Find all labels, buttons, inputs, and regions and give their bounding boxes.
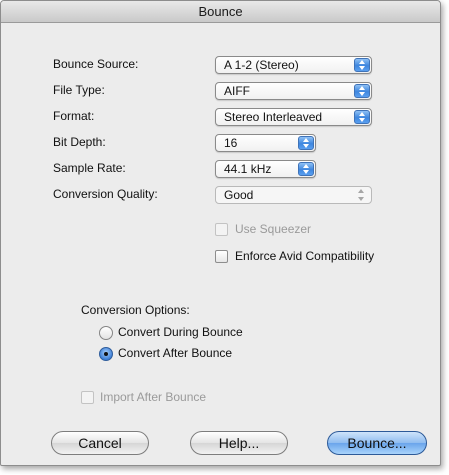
help-button[interactable]: Help... — [190, 431, 288, 455]
use-squeezer-label: Use Squeezer — [235, 222, 312, 236]
bounce-source-popup[interactable]: A 1-2 (Stereo) — [215, 56, 372, 74]
conversion-quality-popup[interactable]: Good — [215, 186, 372, 204]
convert-after-bounce-label: Convert After Bounce — [118, 346, 233, 360]
dialog-title: Bounce — [1, 1, 440, 23]
sample-rate-value: 44.1 kHz — [224, 162, 272, 176]
file-type-value: AIFF — [224, 84, 250, 98]
convert-during-bounce-radio[interactable] — [99, 326, 113, 340]
popup-arrows-icon — [354, 58, 370, 72]
popup-arrows-icon — [298, 136, 314, 150]
sample-rate-popup[interactable]: 44.1 kHz — [215, 160, 316, 178]
import-after-bounce-label: Import After Bounce — [100, 390, 207, 404]
use-squeezer-checkbox[interactable] — [215, 223, 228, 236]
bit-depth-popup[interactable]: 16 — [215, 134, 316, 152]
convert-after-bounce-radio[interactable] — [99, 347, 113, 361]
import-after-bounce-checkbox[interactable] — [81, 391, 94, 404]
conversion-quality-label: Conversion Quality: — [53, 187, 158, 201]
bounce-source-label: Bounce Source: — [53, 57, 139, 71]
cancel-button[interactable]: Cancel — [51, 431, 149, 455]
convert-during-bounce-label: Convert During Bounce — [118, 325, 243, 339]
file-type-popup[interactable]: AIFF — [215, 82, 372, 100]
bounce-source-value: A 1-2 (Stereo) — [224, 58, 299, 72]
bounce-button[interactable]: Bounce... — [327, 431, 427, 455]
bit-depth-label: Bit Depth: — [53, 135, 106, 149]
enforce-avid-label: Enforce Avid Compatibility — [235, 249, 375, 263]
bit-depth-value: 16 — [224, 136, 238, 150]
conversion-quality-value: Good — [224, 188, 254, 202]
file-type-label: File Type: — [53, 83, 105, 97]
format-label: Format: — [53, 109, 95, 123]
popup-arrows-icon — [354, 110, 370, 124]
radio-selected-dot-icon — [104, 352, 108, 356]
enforce-avid-checkbox[interactable] — [215, 250, 228, 263]
format-popup[interactable]: Stereo Interleaved — [215, 108, 372, 126]
popup-arrows-icon — [298, 162, 314, 176]
sample-rate-label: Sample Rate: — [53, 161, 126, 175]
bounce-dialog: Bounce Bounce Source: File Type: Format:… — [0, 0, 441, 466]
format-value: Stereo Interleaved — [224, 110, 323, 124]
popup-arrows-icon — [354, 188, 370, 202]
conversion-options-heading: Conversion Options: — [81, 303, 190, 317]
popup-arrows-icon — [354, 84, 370, 98]
